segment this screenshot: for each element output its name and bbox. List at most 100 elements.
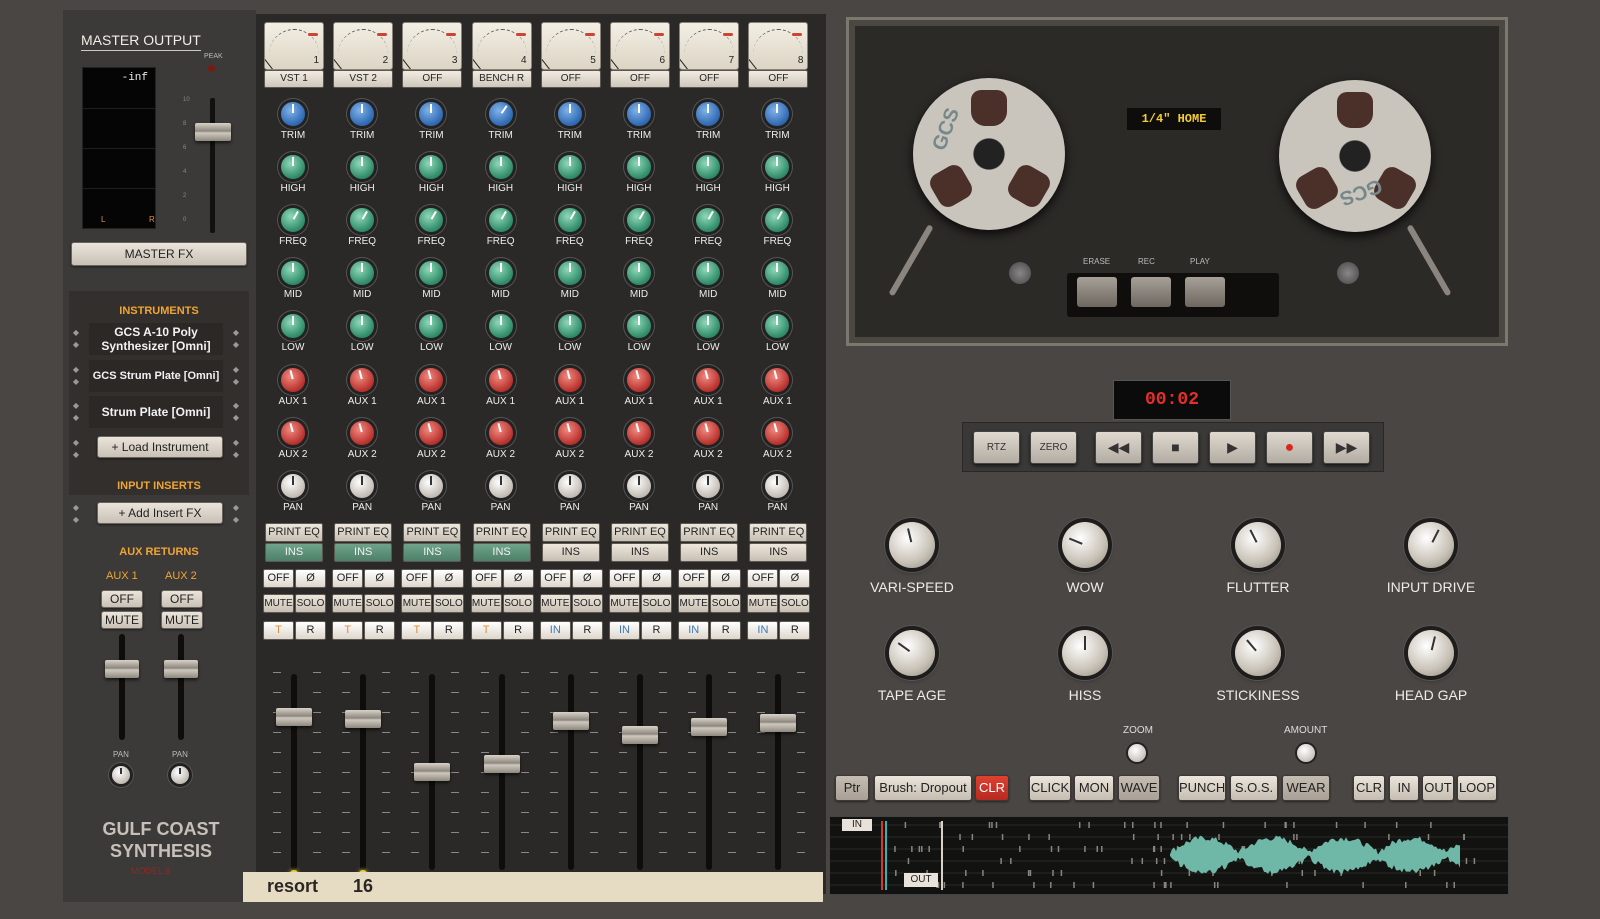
input-slot-button[interactable]: OFF: [748, 70, 809, 88]
master-fader-handle[interactable]: [195, 123, 231, 141]
amount-knob[interactable]: [1297, 744, 1315, 762]
trim-knob[interactable]: [488, 102, 513, 126]
add-insert-fx-button[interactable]: + Add Insert FX: [97, 502, 223, 524]
high-knob[interactable]: [350, 155, 375, 179]
drag-handle-icon[interactable]: ◆ ◆: [71, 327, 81, 351]
print-eq-button[interactable]: PRINT EQ: [403, 523, 462, 542]
aux2-pan-knob[interactable]: [171, 766, 189, 784]
freq-knob[interactable]: [488, 208, 513, 232]
low-knob[interactable]: [627, 314, 651, 338]
channel-fader-handle[interactable]: [276, 708, 312, 727]
low-knob[interactable]: [557, 314, 582, 338]
channel-off-button[interactable]: OFF: [401, 569, 433, 588]
aux2-knob[interactable]: [627, 421, 651, 445]
pan-knob[interactable]: [350, 474, 375, 498]
record-arm-button[interactable]: R: [433, 621, 465, 640]
drag-handle-icon[interactable]: ◆ ◆: [231, 327, 241, 351]
mute-button[interactable]: MUTE: [609, 594, 640, 613]
wave-button[interactable]: WAVE: [1118, 775, 1160, 801]
low-knob[interactable]: [765, 314, 790, 338]
print-eq-button[interactable]: PRINT EQ: [472, 523, 531, 542]
mute-button[interactable]: MUTE: [470, 594, 502, 613]
record-arm-button[interactable]: R: [641, 621, 672, 640]
pan-knob[interactable]: [419, 474, 444, 498]
mute-button[interactable]: MUTE: [747, 594, 779, 613]
aux2-mute-button[interactable]: MUTE: [161, 611, 203, 629]
high-knob[interactable]: [557, 155, 582, 179]
insert-button[interactable]: INS: [541, 543, 600, 562]
pan-knob[interactable]: [627, 474, 651, 498]
input-slot-button[interactable]: VST 1: [264, 70, 324, 88]
scribble-strip[interactable]: resort 16: [243, 872, 823, 902]
aux2-knob[interactable]: [696, 421, 721, 445]
head-gap-knob[interactable]: [1408, 630, 1454, 676]
freq-knob[interactable]: [765, 208, 790, 232]
load-instrument-button[interactable]: + Load Instrument: [97, 436, 223, 458]
low-knob[interactable]: [488, 314, 513, 338]
insert-button[interactable]: INS: [334, 543, 393, 562]
track-mode-button[interactable]: IN: [539, 621, 571, 640]
channel-off-button[interactable]: OFF: [609, 569, 640, 588]
mid-knob[interactable]: [627, 261, 651, 285]
rewind-button[interactable]: ◀◀: [1095, 431, 1142, 464]
aux1-pan-knob[interactable]: [112, 766, 130, 784]
channel-off-button[interactable]: OFF: [678, 569, 710, 588]
aux1-knob[interactable]: [488, 368, 513, 392]
phase-invert-button[interactable]: Ø: [502, 569, 534, 588]
rtz-button[interactable]: RTZ: [973, 431, 1020, 464]
stickiness-knob[interactable]: [1235, 630, 1281, 676]
trim-knob[interactable]: [765, 102, 790, 126]
left-reel[interactable]: GCS: [913, 78, 1065, 230]
sound-on-sound-button[interactable]: S.O.S.: [1230, 775, 1278, 801]
low-knob[interactable]: [281, 314, 305, 338]
solo-button[interactable]: SOLO: [364, 594, 396, 613]
low-knob[interactable]: [696, 314, 721, 338]
input-slot-button[interactable]: OFF: [679, 70, 740, 88]
track-mode-button[interactable]: T: [470, 621, 502, 640]
print-eq-button[interactable]: PRINT EQ: [680, 523, 739, 542]
input-slot-button[interactable]: OFF: [610, 70, 670, 88]
zoom-knob[interactable]: [1128, 744, 1146, 762]
pan-knob[interactable]: [696, 474, 721, 498]
mid-knob[interactable]: [488, 261, 513, 285]
trim-knob[interactable]: [557, 102, 582, 126]
mid-knob[interactable]: [765, 261, 790, 285]
insert-button[interactable]: INS: [403, 543, 462, 562]
aux2-fader-track[interactable]: [178, 634, 184, 740]
high-knob[interactable]: [765, 155, 790, 179]
phase-invert-button[interactable]: Ø: [641, 569, 672, 588]
channel-fader-handle[interactable]: [622, 725, 658, 744]
freq-knob[interactable]: [281, 208, 305, 232]
print-eq-button[interactable]: PRINT EQ: [749, 523, 808, 542]
record-arm-button[interactable]: R: [779, 621, 811, 640]
channel-fader-handle[interactable]: [483, 755, 520, 774]
mid-knob[interactable]: [350, 261, 375, 285]
freq-knob[interactable]: [696, 208, 721, 232]
fader-track[interactable]: [291, 674, 297, 870]
print-eq-button[interactable]: PRINT EQ: [611, 523, 669, 542]
mute-button[interactable]: MUTE: [678, 594, 710, 613]
wow-knob[interactable]: [1062, 522, 1108, 568]
high-knob[interactable]: [696, 155, 721, 179]
mute-button[interactable]: MUTE: [263, 594, 294, 613]
loop-button[interactable]: LOOP: [1457, 775, 1497, 801]
trim-knob[interactable]: [696, 102, 721, 126]
pan-knob[interactable]: [557, 474, 582, 498]
hiss-knob[interactable]: [1062, 630, 1108, 676]
mute-button[interactable]: MUTE: [401, 594, 433, 613]
aux2-fader-handle[interactable]: [164, 660, 198, 678]
insert-button[interactable]: INS: [680, 543, 739, 562]
insert-button[interactable]: INS: [749, 543, 808, 562]
aux2-knob[interactable]: [557, 421, 582, 445]
phase-invert-button[interactable]: Ø: [295, 569, 326, 588]
channel-off-button[interactable]: OFF: [539, 569, 571, 588]
fast-forward-button[interactable]: ▶▶: [1323, 431, 1370, 464]
tension-arm-left[interactable]: [888, 224, 934, 297]
mid-knob[interactable]: [557, 261, 582, 285]
channel-fader-handle[interactable]: [345, 710, 382, 729]
pointer-tool-button[interactable]: Ptr: [835, 775, 869, 801]
high-knob[interactable]: [419, 155, 444, 179]
pan-knob[interactable]: [281, 474, 305, 498]
record-arm-button[interactable]: R: [295, 621, 326, 640]
channel-fader-handle[interactable]: [691, 717, 728, 736]
